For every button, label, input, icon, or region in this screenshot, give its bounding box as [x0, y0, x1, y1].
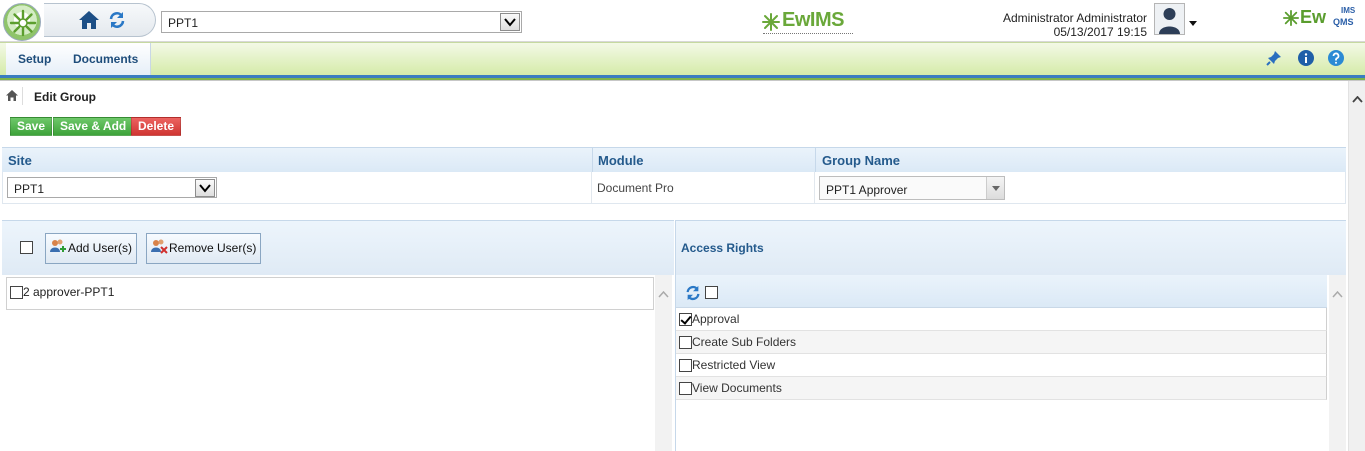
- breadcrumb-home-icon[interactable]: [6, 90, 18, 104]
- site-dropdown[interactable]: PPT1: [7, 177, 217, 198]
- chevron-down-icon[interactable]: [195, 179, 215, 197]
- site-dropdown-value: PPT1: [14, 182, 45, 196]
- users-panel: Add User(s) Remove User(s) 2 approver-PP…: [2, 220, 674, 451]
- group-name-header: Group Name: [822, 153, 901, 168]
- access-rights-scrollbar[interactable]: [1329, 275, 1346, 451]
- refresh-icon[interactable]: [685, 285, 701, 304]
- main-content: Edit Group Save Save & Add Delete Site M…: [0, 80, 1365, 451]
- select-all-users-checkbox[interactable]: [20, 241, 33, 254]
- nav-pill: [44, 3, 156, 37]
- access-rights-toolbar: [676, 275, 1327, 308]
- snowflake-icon: [762, 13, 780, 31]
- site-header: Site: [8, 153, 32, 168]
- access-right-label: Create Sub Folders: [692, 335, 797, 349]
- page-scrollbar[interactable]: [1348, 81, 1365, 451]
- caret-down-icon[interactable]: [1189, 15, 1197, 29]
- brand-tagline: [763, 33, 853, 35]
- access-right-label: Restricted View: [692, 358, 776, 372]
- user-label: 2 approver-PPT1: [23, 285, 115, 299]
- info-icon[interactable]: [1298, 50, 1314, 69]
- user-checkbox[interactable]: [10, 286, 23, 299]
- brand-name: EwIMS: [782, 9, 844, 31]
- remove-users-button[interactable]: Remove User(s): [146, 233, 262, 264]
- save-add-button[interactable]: Save & Add: [53, 117, 134, 136]
- user-avatar[interactable]: [1154, 3, 1185, 35]
- remove-user-icon: [151, 239, 168, 254]
- site-selector-value: PPT1: [168, 16, 199, 30]
- home-icon[interactable]: [78, 10, 100, 33]
- divider: [592, 148, 593, 172]
- chevron-up-icon[interactable]: [658, 291, 669, 298]
- user-name[interactable]: Administrator Administrator: [1003, 11, 1147, 25]
- chevron-up-icon[interactable]: [1332, 291, 1343, 298]
- module-value: Document Pro: [597, 181, 674, 195]
- add-users-button[interactable]: Add User(s): [45, 233, 138, 264]
- chevron-down-icon[interactable]: [986, 177, 1004, 199]
- brand-logo-right: Ew IMS QMS: [1283, 6, 1361, 32]
- view-documents-checkbox[interactable]: [679, 382, 692, 395]
- site-selector[interactable]: PPT1: [161, 11, 522, 33]
- access-right-label: Approval: [692, 312, 740, 326]
- group-name-value: PPT1 Approver: [826, 183, 908, 197]
- menu-item-setup[interactable]: Setup: [6, 43, 65, 75]
- divider: [815, 148, 816, 172]
- form-value-row: PPT1 Document Pro PPT1 Approver: [2, 172, 1346, 204]
- access-right-row[interactable]: View Documents: [676, 377, 1327, 400]
- remove-users-label: Remove User(s): [169, 241, 257, 255]
- access-right-row[interactable]: Approval: [676, 308, 1327, 331]
- menu-bar: Setup Documents: [0, 42, 1365, 80]
- create-sub-folders-checkbox[interactable]: [679, 336, 692, 349]
- snowflake-icon: [9, 9, 37, 37]
- delete-button[interactable]: Delete: [131, 117, 182, 136]
- menu-item-documents[interactable]: Documents: [61, 43, 152, 75]
- group-name-dropdown[interactable]: PPT1 Approver: [819, 176, 1005, 200]
- access-right-label: View Documents: [692, 381, 782, 395]
- app-logo[interactable]: [3, 3, 41, 41]
- approval-checkbox[interactable]: [679, 313, 692, 326]
- add-users-label: Add User(s): [68, 241, 133, 255]
- save-button[interactable]: Save: [10, 117, 53, 136]
- users-list: 2 approver-PPT1: [6, 277, 654, 310]
- access-rights-panel: Access Rights Approval Create Sub Folder…: [675, 220, 1346, 451]
- users-scrollbar[interactable]: [655, 275, 672, 451]
- form-header-row: Site Module Group Name: [2, 147, 1346, 172]
- top-bar: PPT1 EwIMS Administrator Administrator 0…: [0, 0, 1365, 42]
- page-title: Edit Group: [34, 90, 96, 104]
- chevron-down-icon[interactable]: [500, 13, 520, 31]
- access-rights-header: Access Rights: [675, 220, 1346, 275]
- select-all-rights-checkbox[interactable]: [705, 286, 718, 299]
- divider: [591, 172, 592, 203]
- module-header: Module: [598, 153, 644, 168]
- access-right-row[interactable]: Create Sub Folders: [676, 331, 1327, 354]
- help-icon[interactable]: [1328, 50, 1344, 69]
- divider: [814, 172, 815, 203]
- users-toolbar: Add User(s) Remove User(s): [2, 220, 674, 275]
- snowflake-icon: [1283, 10, 1299, 26]
- login-datetime: 05/13/2017 19:15: [1053, 25, 1147, 39]
- add-user-icon: [50, 239, 66, 252]
- brand-right-qms: QMS: [1333, 17, 1354, 27]
- restricted-view-checkbox[interactable]: [679, 359, 692, 372]
- access-rights-list: Approval Create Sub Folders Restricted V…: [675, 275, 1346, 451]
- brand-right-main: Ew: [1300, 7, 1327, 27]
- access-rights-title: Access Rights: [681, 241, 764, 255]
- refresh-icon[interactable]: [108, 11, 126, 32]
- chevron-up-icon[interactable]: [1352, 96, 1363, 103]
- breadcrumb-separator: [22, 87, 23, 105]
- pin-icon[interactable]: [1266, 50, 1282, 69]
- access-right-row[interactable]: Restricted View: [676, 354, 1327, 377]
- brand-right-ims: IMS: [1341, 6, 1356, 15]
